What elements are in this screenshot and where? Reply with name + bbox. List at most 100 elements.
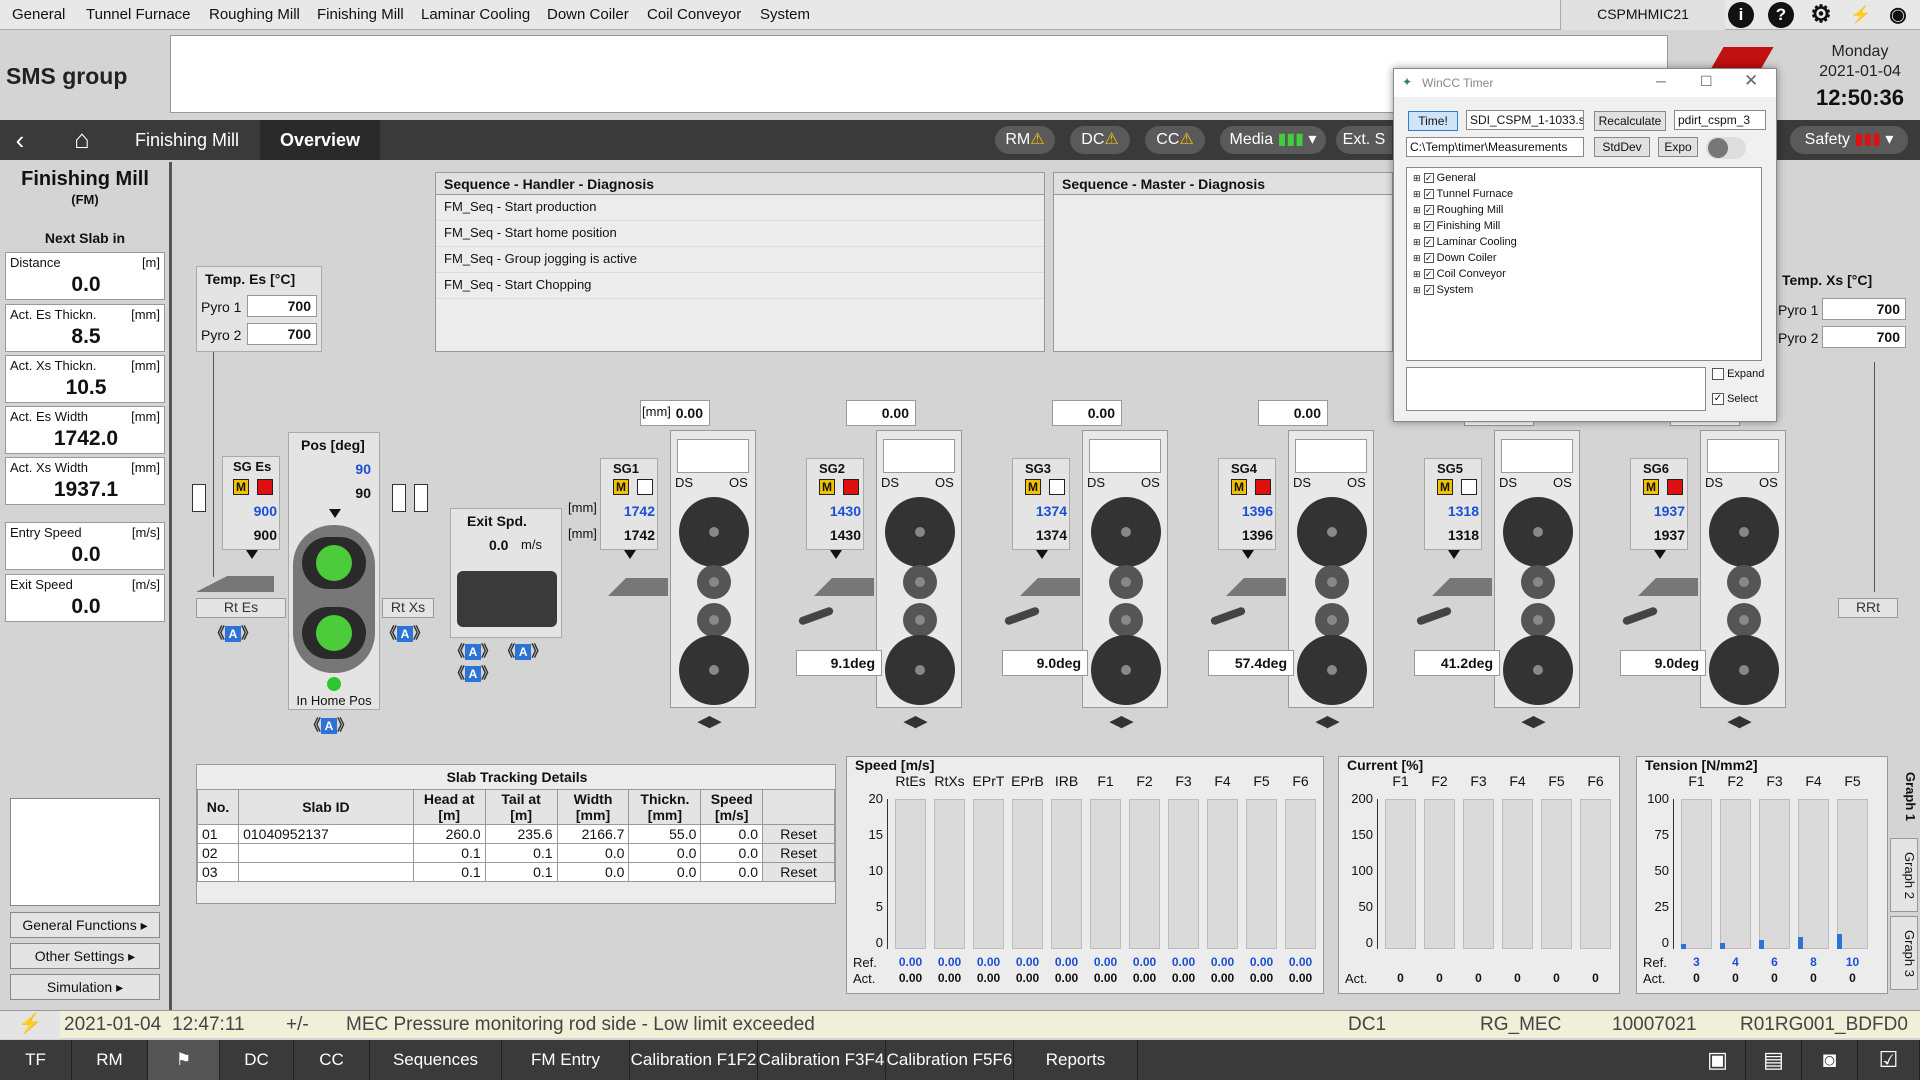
back-icon[interactable]: ‹ — [0, 120, 40, 160]
tree-item[interactable]: ⊞ ✓ Tunnel Furnace — [1413, 188, 1513, 200]
manual-indicator[interactable]: M — [819, 479, 835, 495]
cc-status-button[interactable]: CC⚠ — [1145, 126, 1205, 154]
expand-icon[interactable]: ⊞ — [1413, 173, 1421, 183]
stand-controls[interactable]: ◀▶ — [698, 712, 721, 730]
fm-entry-button[interactable]: FM Entry — [502, 1040, 630, 1080]
alarm-message-bar[interactable]: ⚡ 2021-01-04 12:47:11 +/- MEC Pressure m… — [0, 1010, 1920, 1039]
tab-graph-1[interactable]: Graph 1 — [1890, 760, 1918, 834]
lightning-icon[interactable]: ⚡ — [0, 1011, 60, 1039]
check-icon[interactable]: ✓ — [1423, 253, 1434, 263]
checklist-icon[interactable]: ☑ — [1858, 1040, 1920, 1080]
manual-indicator[interactable]: M — [1643, 479, 1659, 495]
check-icon[interactable]: ✓ — [1423, 285, 1434, 295]
stand-controls[interactable]: ◀▶ — [1728, 712, 1751, 730]
auto-icon[interactable]: A — [225, 626, 242, 642]
other-settings-button[interactable]: Other Settings ▸ — [10, 943, 160, 969]
maximize-icon[interactable]: ☐ — [1700, 73, 1713, 90]
list-item[interactable]: FM_Seq - Start Chopping — [436, 273, 1044, 299]
simulation-button[interactable]: Simulation ▸ — [10, 974, 160, 1000]
manual-indicator[interactable]: M — [613, 479, 629, 495]
close-icon[interactable]: ✕ — [1744, 71, 1758, 91]
reports-button[interactable]: Reports — [1014, 1040, 1138, 1080]
calibration-f5f6-button[interactable]: Calibration F5F6 — [886, 1040, 1014, 1080]
tree-item[interactable]: ⊞ ✓ General — [1413, 172, 1476, 184]
stddev-button[interactable]: StdDev — [1594, 137, 1650, 157]
auto-icon[interactable]: A — [321, 718, 338, 734]
manual-indicator[interactable]: M — [1025, 479, 1041, 495]
menu-down-coiler[interactable]: Down Coiler — [547, 6, 629, 23]
reset-button[interactable]: Reset — [762, 862, 835, 882]
expand-icon[interactable]: ⊞ — [1413, 205, 1421, 215]
monitor-icon[interactable]: ▤ — [1746, 1040, 1802, 1080]
auto-icon[interactable]: A — [465, 666, 482, 682]
tab-graph-2[interactable]: Graph 2 — [1890, 838, 1918, 912]
rt-xs-controls[interactable]: 《 A 》 — [382, 622, 428, 643]
stand-controls[interactable]: ◀▶ — [1522, 712, 1545, 730]
stand-controls[interactable]: ◀▶ — [904, 712, 927, 730]
menu-system[interactable]: System — [760, 6, 810, 23]
dc-button[interactable]: DC — [220, 1040, 294, 1080]
user-field[interactable]: pdirt_cspm_3 — [1674, 110, 1766, 130]
safety-button[interactable]: Safety ▮▮▮ ▾ — [1790, 126, 1908, 154]
expand-icon[interactable]: ⊞ — [1413, 269, 1421, 279]
auto-icon[interactable]: A — [465, 644, 482, 660]
media-button[interactable]: Media ▮▮▮ ▾ — [1220, 126, 1326, 154]
tree-item[interactable]: ⊞ ✓ Roughing Mill — [1413, 204, 1503, 216]
cc-button[interactable]: CC — [294, 1040, 370, 1080]
breadcrumb-overview[interactable]: Overview — [260, 120, 380, 160]
check-icon[interactable]: ✓ — [1423, 173, 1434, 183]
lightning-icon[interactable]: ⚡ — [1848, 2, 1874, 28]
menu-tunnel-furnace[interactable]: Tunnel Furnace — [86, 6, 191, 23]
recalculate-button[interactable]: Recalculate — [1594, 111, 1666, 131]
expand-icon[interactable]: ⊞ — [1413, 253, 1421, 263]
manual-indicator[interactable]: M — [1437, 479, 1453, 495]
tab-graph-3[interactable]: Graph 3 — [1890, 916, 1918, 990]
tree-item[interactable]: ⊞ ✓ System — [1413, 284, 1473, 296]
reset-button[interactable]: Reset — [762, 824, 835, 844]
table-row[interactable]: 01 01040952137 260.0 235.6 2166.7 55.0 0… — [196, 824, 835, 844]
expand-icon[interactable]: ⊞ — [1413, 237, 1421, 247]
tree-item[interactable]: ⊞ ✓ Laminar Cooling — [1413, 236, 1517, 248]
list-item[interactable]: FM_Seq - Start production — [436, 195, 1044, 221]
calibration-f1f2-button[interactable]: Calibration F1F2 — [630, 1040, 758, 1080]
time-button[interactable]: Time! — [1408, 111, 1458, 131]
general-functions-button[interactable]: General Functions ▸ — [10, 912, 160, 938]
check-icon[interactable]: ✓ — [1423, 237, 1434, 247]
exit-speed-controls[interactable]: 《 A 》 《 A 》 — [450, 640, 546, 661]
menu-laminar-cooling[interactable]: Laminar Cooling — [421, 6, 530, 23]
check-icon[interactable]: ✓ — [1423, 205, 1434, 215]
tree-item[interactable]: ⊞ ✓ Finishing Mill — [1413, 220, 1500, 232]
camera-icon[interactable]: ◙ — [1802, 1040, 1858, 1080]
calibration-f3f4-button[interactable]: Calibration F3F4 — [758, 1040, 886, 1080]
stand-controls[interactable]: ◀▶ — [1316, 712, 1339, 730]
select-checkbox[interactable]: ✓ Select — [1712, 393, 1758, 406]
notes-box[interactable] — [1406, 367, 1706, 411]
rm-button[interactable]: RM — [72, 1040, 148, 1080]
home-icon[interactable]: ⌂ — [62, 124, 102, 156]
expand-icon[interactable]: ⊞ — [1413, 221, 1421, 231]
expand-icon[interactable]: ⊞ — [1413, 189, 1421, 199]
display-icon[interactable]: ▣ — [1690, 1040, 1746, 1080]
help-icon[interactable]: ? — [1768, 2, 1794, 28]
minimize-icon[interactable]: ─ — [1656, 73, 1666, 89]
exit-speed-controls-2[interactable]: 《 A 》 — [450, 662, 496, 683]
menu-finishing-mill[interactable]: Finishing Mill — [317, 6, 404, 23]
tf-button[interactable]: TF — [0, 1040, 72, 1080]
ext-button[interactable]: Ext. S — [1336, 126, 1392, 154]
tree-item[interactable]: ⊞ ✓ Down Coiler — [1413, 252, 1497, 264]
rm-status-button[interactable]: RM⚠ — [995, 126, 1055, 154]
tree-item[interactable]: ⊞ ✓ Coil Conveyor — [1413, 268, 1506, 280]
checkbox-icon[interactable] — [1712, 368, 1724, 381]
sql-file-field[interactable]: SDI_CSPM_1-1033.sql — [1466, 110, 1584, 130]
table-row[interactable]: 02 0.1 0.1 0.0 0.0 0.0 Reset — [196, 843, 835, 863]
sequences-button[interactable]: Sequences — [370, 1040, 502, 1080]
info-icon[interactable]: i — [1728, 2, 1754, 28]
expand-checkbox[interactable]: Expand — [1712, 368, 1764, 381]
menu-coil-conveyor[interactable]: Coil Conveyor — [647, 6, 741, 23]
list-item[interactable]: FM_Seq - Start home position — [436, 221, 1044, 247]
check-icon[interactable]: ✓ — [1423, 221, 1434, 231]
check-icon[interactable]: ✓ — [1712, 393, 1724, 406]
eye-icon[interactable]: ◉ — [1885, 2, 1911, 28]
check-icon[interactable]: ✓ — [1423, 269, 1434, 279]
list-item[interactable]: FM_Seq - Group jogging is active — [436, 247, 1044, 273]
